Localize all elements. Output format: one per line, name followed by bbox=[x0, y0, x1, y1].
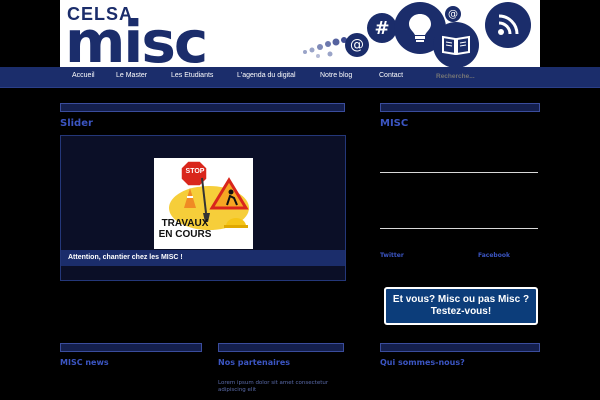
slider-image-sign-text: TRAVAUX EN COURS bbox=[158, 218, 212, 240]
nav-item-master[interactable]: Le Master bbox=[116, 72, 147, 79]
sidebar-divider-2 bbox=[380, 228, 538, 229]
bottom-heading-news: MISC news bbox=[60, 358, 109, 367]
nav-item-contact[interactable]: Contact bbox=[379, 72, 403, 79]
slider-image: STOP TRAVAUX EN COURS bbox=[154, 158, 253, 249]
sidebar-link-facebook[interactable]: Facebook bbox=[478, 252, 510, 259]
search-input[interactable] bbox=[436, 70, 532, 82]
rss-icon bbox=[485, 2, 531, 48]
quiz-button-line1: Et vous? Misc ou pas Misc ? bbox=[392, 294, 530, 305]
hashtag-icon: # bbox=[367, 13, 397, 43]
slider-image-stop-text: STOP bbox=[185, 168, 205, 175]
slider-caption[interactable]: Attention, chantier chez les MISC ! bbox=[68, 254, 183, 261]
quiz-button-line2: Testez-vous! bbox=[430, 306, 492, 317]
sidebar-heading: MISC bbox=[380, 118, 409, 129]
bottom-heading-about: Qui sommes-nous? bbox=[380, 358, 465, 367]
bottom-bar-3 bbox=[380, 343, 540, 352]
slider[interactable]: STOP TRAVAUX EN COURS Attention, chantie… bbox=[60, 135, 346, 281]
section-bar-sidebar bbox=[380, 103, 540, 112]
nav-item-accueil[interactable]: Accueil bbox=[72, 72, 95, 79]
nav-inner: Accueil Le Master Les Etudiants L'agenda… bbox=[60, 67, 540, 87]
section-heading-slider: Slider bbox=[60, 118, 93, 129]
quiz-button[interactable]: Et vous? Misc ou pas Misc ? Testez-vous! bbox=[384, 287, 538, 325]
bottom-heading-partners: Nos partenaires bbox=[218, 358, 291, 367]
section-bar-main bbox=[60, 103, 345, 112]
slider-caption-bar: Attention, chantier chez les MISC ! bbox=[61, 250, 345, 266]
sidebar-divider-1 bbox=[380, 172, 538, 173]
bottom-bar-1 bbox=[60, 343, 202, 352]
site-header: CELSA misc @ # @ bbox=[60, 0, 540, 68]
nav-item-agenda[interactable]: L'agenda du digital bbox=[237, 72, 296, 79]
brand-misc-logo[interactable]: misc bbox=[65, 13, 208, 68]
book-icon bbox=[433, 22, 479, 68]
at-icon: @ bbox=[345, 33, 369, 57]
sidebar-link-twitter[interactable]: Twitter bbox=[380, 252, 404, 259]
bottom-bar-2 bbox=[218, 343, 344, 352]
nav-item-etudiants[interactable]: Les Etudiants bbox=[171, 72, 213, 79]
main-nav: Accueil Le Master Les Etudiants L'agenda… bbox=[0, 67, 600, 88]
nav-item-blog[interactable]: Notre blog bbox=[320, 72, 352, 79]
at-small-icon: @ bbox=[445, 6, 461, 22]
bottom-partners-text: Lorem ipsum dolor sit amet consectetur a… bbox=[218, 380, 329, 393]
